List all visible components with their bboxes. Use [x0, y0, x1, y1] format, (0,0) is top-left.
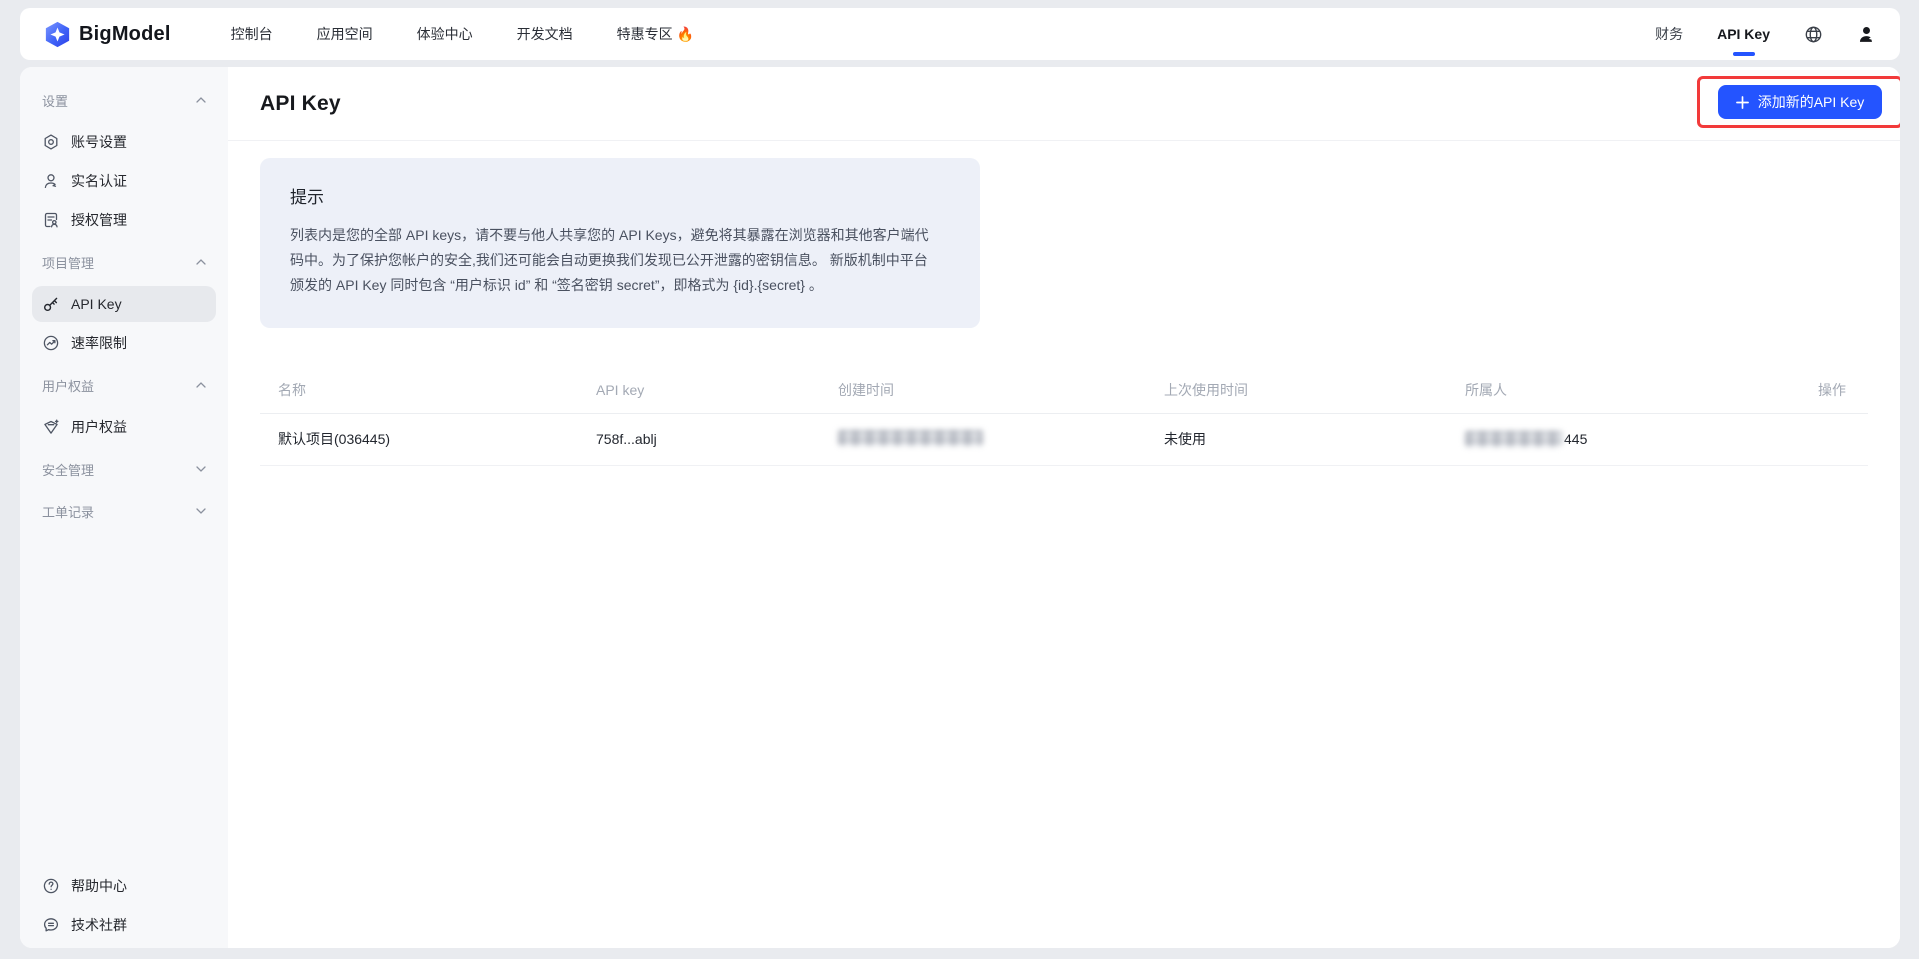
sidebar: 设置 账号设置 实名认证 授权管理 项目管理	[20, 67, 228, 948]
nav-item-apikey-active[interactable]: API Key	[1717, 8, 1770, 60]
chevron-up-icon	[196, 259, 206, 265]
person-icon	[42, 172, 60, 190]
top-navigation-bar: BigModel 控制台 应用空间 体验中心 开发文档 特惠专区 🔥 财务 AP…	[20, 8, 1900, 60]
sidebar-item-tech-community[interactable]: 技术社群	[32, 907, 216, 943]
sidebar-item-label: 帮助中心	[71, 876, 127, 896]
gem-icon	[42, 418, 60, 436]
column-header-owner: 所属人	[1465, 380, 1746, 400]
chevron-up-icon	[196, 382, 206, 388]
page-title: API Key	[260, 92, 341, 116]
sidebar-item-label: 账号设置	[71, 132, 127, 152]
tip-body: 列表内是您的全部 API keys，请不要与他人共享您的 API Keys，避免…	[290, 223, 940, 299]
logo-text: BigModel	[79, 23, 171, 46]
column-header-last-used: 上次使用时间	[1164, 380, 1465, 400]
section-label: 项目管理	[42, 253, 94, 272]
cell-owner: 445	[1465, 431, 1746, 447]
section-label: 用户权益	[42, 376, 94, 395]
content-shell: 设置 账号设置 实名认证 授权管理 项目管理	[20, 67, 1900, 948]
column-header-name: 名称	[260, 380, 596, 400]
bigmodel-logo-icon	[44, 21, 71, 48]
annotation-highlight-box: 添加新的API Key	[1697, 76, 1900, 128]
nav-item-dev-docs[interactable]: 开发文档	[517, 24, 573, 44]
sidebar-footer: 帮助中心 技术社群	[20, 865, 228, 946]
add-api-key-button[interactable]: 添加新的API Key	[1718, 85, 1883, 119]
sidebar-item-label: 用户权益	[71, 417, 127, 437]
table-row: 默认项目(036445) 758f...ablj 未使用 445	[260, 414, 1868, 466]
nav-item-experience-center[interactable]: 体验中心	[417, 24, 473, 44]
sidebar-section-security[interactable]: 安全管理	[32, 448, 216, 490]
owner-visible-suffix: 445	[1564, 431, 1587, 447]
column-header-created: 创建时间	[838, 380, 1164, 400]
sidebar-item-realname-auth[interactable]: 实名认证	[32, 163, 216, 199]
chevron-up-icon	[196, 97, 206, 103]
sidebar-section-settings[interactable]: 设置	[32, 79, 216, 121]
cell-api-key: 758f...ablj	[596, 431, 838, 447]
topbar-right-group: 财务 API Key	[1655, 8, 1876, 60]
sidebar-item-user-benefits[interactable]: 用户权益	[32, 409, 216, 445]
speedometer-icon	[42, 334, 60, 352]
cell-last-used: 未使用	[1164, 429, 1465, 449]
sidebar-item-label: 技术社群	[71, 915, 127, 935]
sidebar-item-authorization[interactable]: 授权管理	[32, 202, 216, 238]
user-avatar-icon[interactable]	[1857, 25, 1876, 44]
sidebar-item-label: API Key	[71, 296, 122, 312]
main-header: API Key 添加新的API Key	[228, 67, 1900, 141]
sidebar-item-label: 速率限制	[71, 333, 127, 353]
table-header-row: 名称 API key 创建时间 上次使用时间 所属人 操作	[260, 368, 1868, 414]
sidebar-item-api-key[interactable]: API Key	[32, 286, 216, 322]
sidebar-section-user-benefits[interactable]: 用户权益	[32, 364, 216, 406]
chevron-down-icon	[196, 466, 206, 472]
main-body: 提示 列表内是您的全部 API keys，请不要与他人共享您的 API Keys…	[228, 141, 1900, 466]
column-header-api-key: API key	[596, 382, 838, 398]
document-person-icon	[42, 211, 60, 229]
redacted-created-value	[838, 430, 983, 446]
key-icon	[42, 295, 60, 313]
add-api-key-button-label: 添加新的API Key	[1758, 92, 1865, 112]
tip-title: 提示	[290, 183, 950, 208]
nav-item-console[interactable]: 控制台	[231, 24, 273, 44]
sidebar-item-label: 授权管理	[71, 210, 127, 230]
section-label: 工单记录	[42, 502, 94, 521]
plus-icon	[1736, 96, 1749, 109]
globe-icon[interactable]	[1804, 25, 1823, 44]
column-header-actions: 操作	[1746, 380, 1868, 400]
chevron-down-icon	[196, 508, 206, 514]
sidebar-item-account-settings[interactable]: 账号设置	[32, 124, 216, 160]
section-label: 安全管理	[42, 460, 94, 479]
sidebar-item-help-center[interactable]: 帮助中心	[32, 868, 216, 904]
sidebar-section-project-mgmt[interactable]: 项目管理	[32, 241, 216, 283]
chat-icon	[42, 916, 60, 934]
gear-icon	[42, 133, 60, 151]
nav-item-finance[interactable]: 财务	[1655, 24, 1683, 44]
sidebar-item-label: 实名认证	[71, 171, 127, 191]
section-label: 设置	[42, 91, 68, 110]
cell-created-redacted	[838, 430, 1164, 449]
main-panel: API Key 添加新的API Key 提示 列表内是您的全部 API keys…	[228, 67, 1900, 948]
sidebar-section-tickets[interactable]: 工单记录	[32, 490, 216, 532]
nav-item-special-offers[interactable]: 特惠专区 🔥	[617, 24, 694, 44]
help-icon	[42, 877, 60, 895]
api-key-table: 名称 API key 创建时间 上次使用时间 所属人 操作 默认项目(03644…	[260, 368, 1868, 466]
cell-project-name: 默认项目(036445)	[260, 429, 596, 449]
bigmodel-logo[interactable]: BigModel	[44, 21, 171, 48]
tip-box: 提示 列表内是您的全部 API keys，请不要与他人共享您的 API Keys…	[260, 158, 980, 328]
sidebar-item-rate-limit[interactable]: 速率限制	[32, 325, 216, 361]
redacted-owner-value	[1465, 431, 1563, 447]
primary-nav: 控制台 应用空间 体验中心 开发文档 特惠专区 🔥	[231, 24, 694, 44]
nav-item-app-space[interactable]: 应用空间	[317, 24, 373, 44]
